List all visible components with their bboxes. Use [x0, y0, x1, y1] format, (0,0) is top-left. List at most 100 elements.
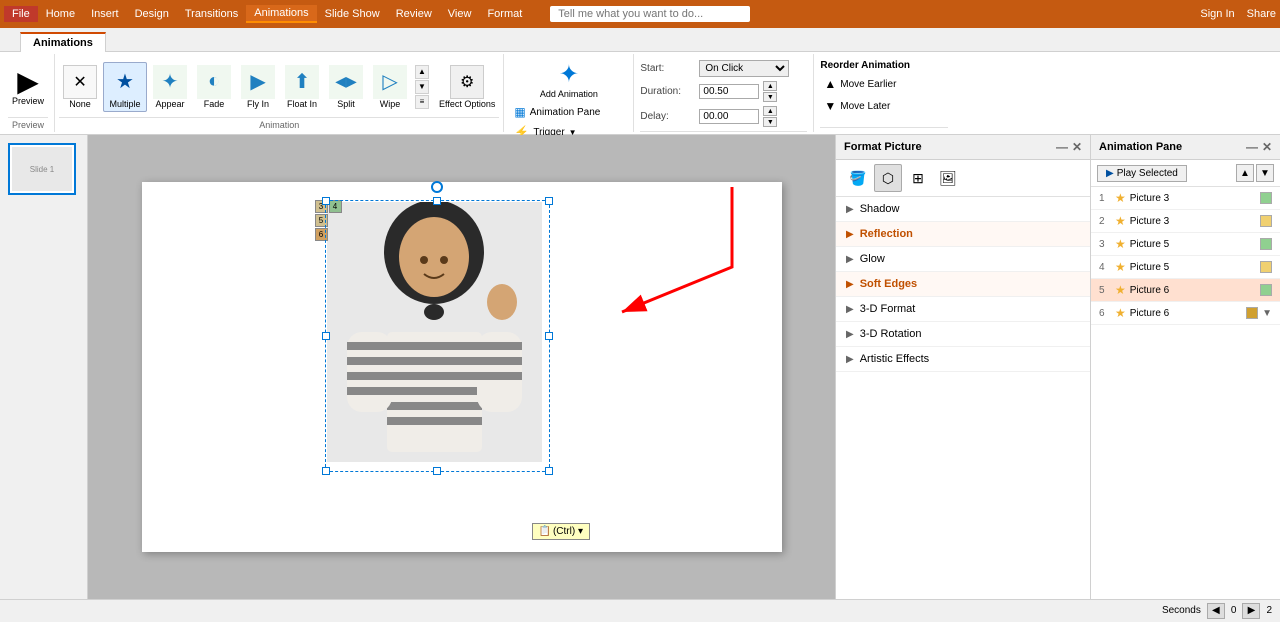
none-icon: ✕: [63, 65, 97, 99]
search-input[interactable]: [550, 6, 750, 22]
anim-name-3: Picture 5: [1130, 239, 1256, 250]
3d-format-section[interactable]: ▶ 3-D Format: [836, 297, 1090, 322]
design-menu-item[interactable]: Design: [127, 6, 177, 22]
seconds-label[interactable]: Seconds: [1162, 605, 1201, 616]
transitions-menu-item[interactable]: Transitions: [177, 6, 246, 22]
anim-num-2: 2: [1099, 216, 1111, 227]
slideshow-menu-item[interactable]: Slide Show: [317, 6, 388, 22]
artistic-effects-section[interactable]: ▶ Artistic Effects: [836, 347, 1090, 372]
file-menu-item[interactable]: File: [4, 6, 38, 22]
delay-up-button[interactable]: ▲: [763, 106, 777, 116]
reflection-section[interactable]: ▶ Reflection: [836, 222, 1090, 247]
canvas-area: 3 4 5 6: [88, 135, 835, 599]
anim-dropdown-6-icon[interactable]: ▼: [1262, 308, 1272, 319]
none-button[interactable]: ✕ None: [59, 63, 101, 111]
move-later-button[interactable]: ▼ Move Later: [820, 97, 948, 115]
play-icon: ▶: [1106, 168, 1114, 179]
ctrl-tooltip[interactable]: 📋 (Ctrl) ▾: [532, 523, 590, 540]
play-selected-button[interactable]: ▶ Play Selected: [1097, 165, 1187, 182]
anim-name-2: Picture 3: [1130, 216, 1256, 227]
anim-item-3[interactable]: 3 ★ Picture 5: [1091, 233, 1280, 256]
format-picture-tab[interactable]: 🖼: [934, 164, 962, 192]
artistic-effects-label: Artistic Effects: [860, 353, 929, 365]
format-size-tab[interactable]: ⊞: [904, 164, 932, 192]
multiple-button[interactable]: ★ Multiple: [103, 62, 147, 112]
appear-button[interactable]: ✦ Appear: [149, 63, 191, 111]
animation-pane: Animation Pane — ✕ ▶ Play Selected ▲ ▼ 1…: [1090, 135, 1280, 599]
shadow-section[interactable]: ▶ Shadow: [836, 197, 1090, 222]
3d-rotation-section[interactable]: ▶ 3-D Rotation: [836, 322, 1090, 347]
anim-item-1[interactable]: 1 ★ Picture 3: [1091, 187, 1280, 210]
anim-move-down-button[interactable]: ▼: [1256, 164, 1274, 182]
duration-up-button[interactable]: ▲: [763, 81, 777, 91]
anim-pane-minimize-button[interactable]: —: [1246, 140, 1258, 154]
3d-rotation-label: 3-D Rotation: [860, 328, 922, 340]
glow-section[interactable]: ▶ Glow: [836, 247, 1090, 272]
format-panel-minimize-button[interactable]: —: [1056, 140, 1068, 154]
format-sections: ▶ Shadow ▶ Reflection ▶ Glow ▶ Soft Edge…: [836, 197, 1090, 599]
scroll-up-button[interactable]: ▲: [415, 65, 429, 79]
tab-animations[interactable]: Animations: [20, 32, 106, 52]
duration-down-button[interactable]: ▼: [763, 92, 777, 102]
handle-tr[interactable]: [545, 197, 553, 205]
nav-left-button[interactable]: ◀: [1207, 603, 1225, 619]
format-panel-header: Format Picture — ✕: [836, 135, 1090, 160]
value-right: 2: [1266, 605, 1272, 616]
move-earlier-button[interactable]: ▲ Move Earlier: [820, 75, 948, 93]
scroll-down-button[interactable]: ▼: [415, 80, 429, 94]
more-button[interactable]: ≡: [415, 95, 429, 109]
anim-item-4[interactable]: 4 ★ Picture 5: [1091, 256, 1280, 279]
soft-edges-section[interactable]: ▶ Soft Edges: [836, 272, 1090, 297]
effect-options-button[interactable]: ⚙ Effect Options: [435, 63, 499, 111]
3d-format-label: 3-D Format: [860, 303, 916, 315]
format-panel-close-button[interactable]: ✕: [1072, 140, 1082, 154]
delay-down-button[interactable]: ▼: [763, 117, 777, 127]
split-button[interactable]: ◀▶ Split: [325, 63, 367, 111]
animation-pane-button[interactable]: ▦ Animation Pane: [510, 103, 627, 121]
format-menu-item[interactable]: Format: [479, 6, 530, 22]
anim-item-6[interactable]: 6 ★ Picture 6 ▼: [1091, 302, 1280, 325]
rotate-handle[interactable]: [431, 181, 443, 193]
ctrl-icon: 📋: [539, 526, 551, 537]
fade-button[interactable]: ◐ Fade: [193, 63, 235, 111]
view-menu-item[interactable]: View: [440, 6, 480, 22]
anim-item-2[interactable]: 2 ★ Picture 3: [1091, 210, 1280, 233]
nav-right-button[interactable]: ▶: [1242, 603, 1260, 619]
anim-badge-4: 4: [329, 200, 342, 213]
bottom-bar: Seconds ◀ 0 ▶ 2: [0, 599, 1280, 621]
share-link[interactable]: Share: [1247, 8, 1276, 20]
reflection-expand-icon: ▶: [846, 229, 854, 240]
anim-item-5[interactable]: 5 ★ Picture 6: [1091, 279, 1280, 302]
anim-star-3: ★: [1115, 237, 1126, 251]
reorder-group: Reorder Animation ▲ Move Earlier ▼ Move …: [814, 54, 954, 132]
format-effects-tab[interactable]: ⬡: [874, 164, 902, 192]
animations-menu-item[interactable]: Animations: [246, 5, 316, 23]
anim-star-5: ★: [1115, 283, 1126, 297]
anim-pane-close-button[interactable]: ✕: [1262, 140, 1272, 154]
animation-pane-icon: ▦: [514, 105, 525, 119]
home-menu-item[interactable]: Home: [38, 6, 83, 22]
add-animation-button[interactable]: ✦ Add Animation: [510, 58, 627, 101]
preview-button[interactable]: ▶ Preview: [8, 66, 48, 108]
slide-thumbnail[interactable]: Slide 1: [8, 143, 76, 195]
handle-bl[interactable]: [322, 467, 330, 475]
flyin-button[interactable]: ▶ Fly In: [237, 63, 279, 111]
wipe-button[interactable]: ▷ Wipe: [369, 63, 411, 111]
duration-input[interactable]: [699, 84, 759, 99]
anim-move-up-button[interactable]: ▲: [1236, 164, 1254, 182]
sign-in-link[interactable]: Sign In: [1200, 8, 1234, 20]
floatin-button[interactable]: ⬆ Float In: [281, 63, 323, 111]
timing-group: Start: On Click Duration: ▲ ▼ Delay:: [634, 54, 814, 132]
insert-menu-item[interactable]: Insert: [83, 6, 127, 22]
anim-name-1: Picture 3: [1130, 193, 1256, 204]
review-menu-item[interactable]: Review: [388, 6, 440, 22]
handle-bm[interactable]: [433, 467, 441, 475]
delay-input[interactable]: [699, 109, 759, 124]
start-select[interactable]: On Click: [699, 60, 789, 77]
format-fill-tab[interactable]: 🪣: [844, 164, 872, 192]
handle-mr[interactable]: [545, 332, 553, 340]
person-image[interactable]: [327, 202, 542, 462]
handle-br[interactable]: [545, 467, 553, 475]
delay-label: Delay:: [640, 111, 695, 122]
anim-color-1: [1260, 192, 1272, 204]
